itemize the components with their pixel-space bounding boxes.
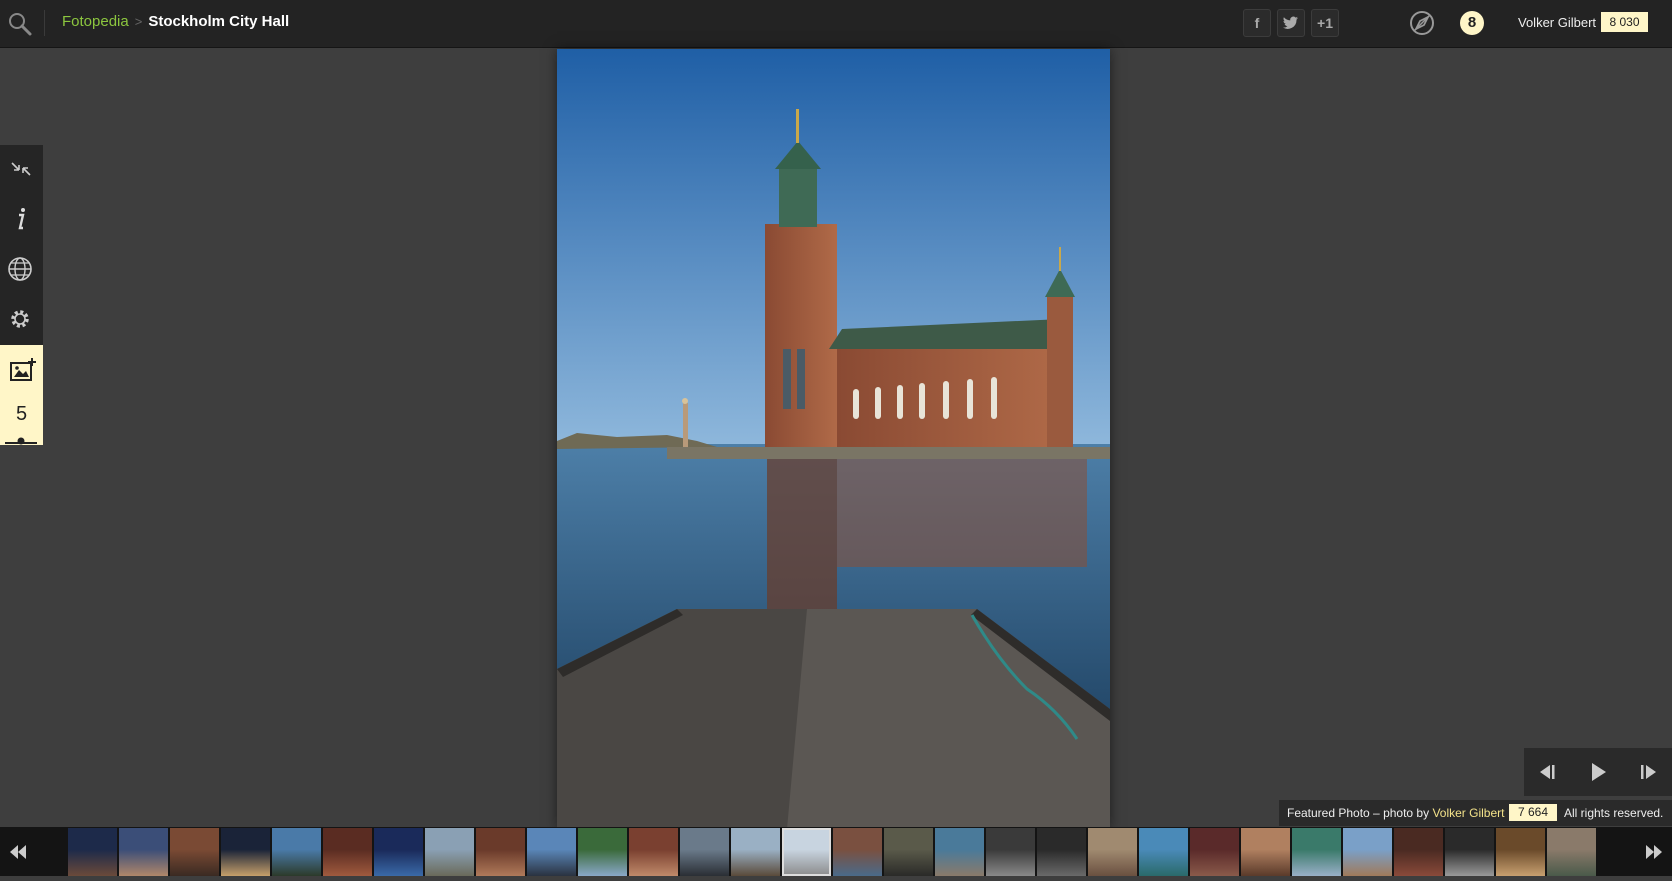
collapse-button[interactable] <box>0 145 43 193</box>
photo-size-slider[interactable] <box>5 433 37 445</box>
next-icon <box>1641 765 1656 779</box>
site-link[interactable]: Fotopedia <box>62 13 129 30</box>
filmstrip-thumbnail[interactable] <box>323 828 372 876</box>
google-plus-icon: +1 <box>1317 15 1333 31</box>
previous-icon <box>1540 765 1555 779</box>
filmstrip-thumbnail[interactable] <box>1190 828 1239 876</box>
filmstrip-thumbnail[interactable] <box>833 828 882 876</box>
next-button[interactable] <box>1636 760 1662 784</box>
filmstrip-thumbnail[interactable] <box>629 828 678 876</box>
facebook-icon: f <box>1254 15 1260 31</box>
breadcrumb: Fotopedia > Stockholm City Hall <box>62 13 289 30</box>
filmstrip-thumbnail[interactable] <box>221 828 270 876</box>
filmstrip-thumbnail[interactable] <box>425 828 474 876</box>
search-icon[interactable] <box>6 10 34 38</box>
fast-forward-icon <box>1646 845 1662 859</box>
filmstrip-thumbnail[interactable] <box>1394 828 1443 876</box>
filmstrip-thumbnail[interactable] <box>680 828 729 876</box>
user-name[interactable]: Volker Gilbert <box>1518 15 1596 30</box>
filmstrip-thumbnail[interactable] <box>476 828 525 876</box>
settings-icon <box>11 310 29 328</box>
filmstrip-thumbnail[interactable] <box>1445 828 1494 876</box>
play-button[interactable] <box>1585 760 1611 784</box>
page-title: Stockholm City Hall <box>148 13 290 30</box>
top-bar: Fotopedia > Stockholm City Hall f +1 8 Vol… <box>0 0 1672 48</box>
info-icon <box>18 208 25 230</box>
notification-badge[interactable]: 8 <box>1460 11 1484 35</box>
add-photo-button[interactable] <box>0 345 43 393</box>
breadcrumb-separator: > <box>134 14 143 29</box>
filmstrip-thumbnail[interactable] <box>119 828 168 876</box>
main-photo[interactable] <box>557 49 1110 829</box>
google-plus-button[interactable]: +1 <box>1311 9 1339 37</box>
filmstrip-thumbnail[interactable] <box>1496 828 1545 876</box>
caption-author-link[interactable]: Volker Gilbert <box>1432 806 1504 820</box>
thumbnail-strip <box>68 828 1602 876</box>
user-score-badge: 8 030 <box>1601 12 1648 32</box>
filmstrip-thumbnail[interactable] <box>782 828 831 876</box>
add-photo-icon <box>10 358 36 381</box>
globe-icon <box>8 257 32 281</box>
filmstrip-thumbnail[interactable] <box>527 828 576 876</box>
filmstrip-next-button[interactable] <box>1608 827 1672 876</box>
filmstrip-thumbnail[interactable] <box>1037 828 1086 876</box>
filmstrip-thumbnail[interactable] <box>1139 828 1188 876</box>
collapse-icon <box>11 162 31 176</box>
divider <box>44 10 45 36</box>
twitter-share-button[interactable] <box>1277 9 1305 37</box>
filmstrip-thumbnail[interactable] <box>374 828 423 876</box>
filmstrip-thumbnail[interactable] <box>1088 828 1137 876</box>
map-button[interactable] <box>0 245 43 293</box>
filmstrip-thumbnail[interactable] <box>1241 828 1290 876</box>
rights-text: All rights reserved. <box>1564 806 1664 820</box>
filmstrip-thumbnail[interactable] <box>731 828 780 876</box>
twitter-icon <box>1283 16 1299 33</box>
rewind-icon <box>10 845 26 859</box>
filmstrip-thumbnail[interactable] <box>935 828 984 876</box>
author-score-badge: 7 664 <box>1509 804 1557 821</box>
add-photo-panel: 5 <box>0 345 43 445</box>
slideshow-controls <box>1524 748 1672 796</box>
photo-size-value: 5 <box>15 403 28 425</box>
filmstrip-thumbnail[interactable] <box>884 828 933 876</box>
settings-button[interactable] <box>0 295 43 343</box>
filmstrip-thumbnail[interactable] <box>1292 828 1341 876</box>
play-icon <box>1592 763 1606 781</box>
filmstrip-thumbnail[interactable] <box>272 828 321 876</box>
left-toolbar: 5 <box>0 145 43 445</box>
facebook-share-button[interactable]: f <box>1243 9 1271 37</box>
filmstrip-thumbnail[interactable] <box>1547 828 1596 876</box>
filmstrip-thumbnail[interactable] <box>986 828 1035 876</box>
filmstrip-thumbnail[interactable] <box>68 828 117 876</box>
photo-caption: Featured Photo – photo by Volker Gilbert… <box>1279 800 1672 826</box>
filmstrip-thumbnail[interactable] <box>578 828 627 876</box>
filmstrip-thumbnail[interactable] <box>170 828 219 876</box>
filmstrip-prev-button[interactable] <box>0 827 64 876</box>
info-button[interactable] <box>0 195 43 243</box>
filmstrip-thumbnail[interactable] <box>1343 828 1392 876</box>
filmstrip <box>0 827 1672 876</box>
caption-prefix: Featured Photo – photo by <box>1287 806 1430 820</box>
compass-icon[interactable] <box>1408 9 1436 37</box>
previous-button[interactable] <box>1534 760 1560 784</box>
